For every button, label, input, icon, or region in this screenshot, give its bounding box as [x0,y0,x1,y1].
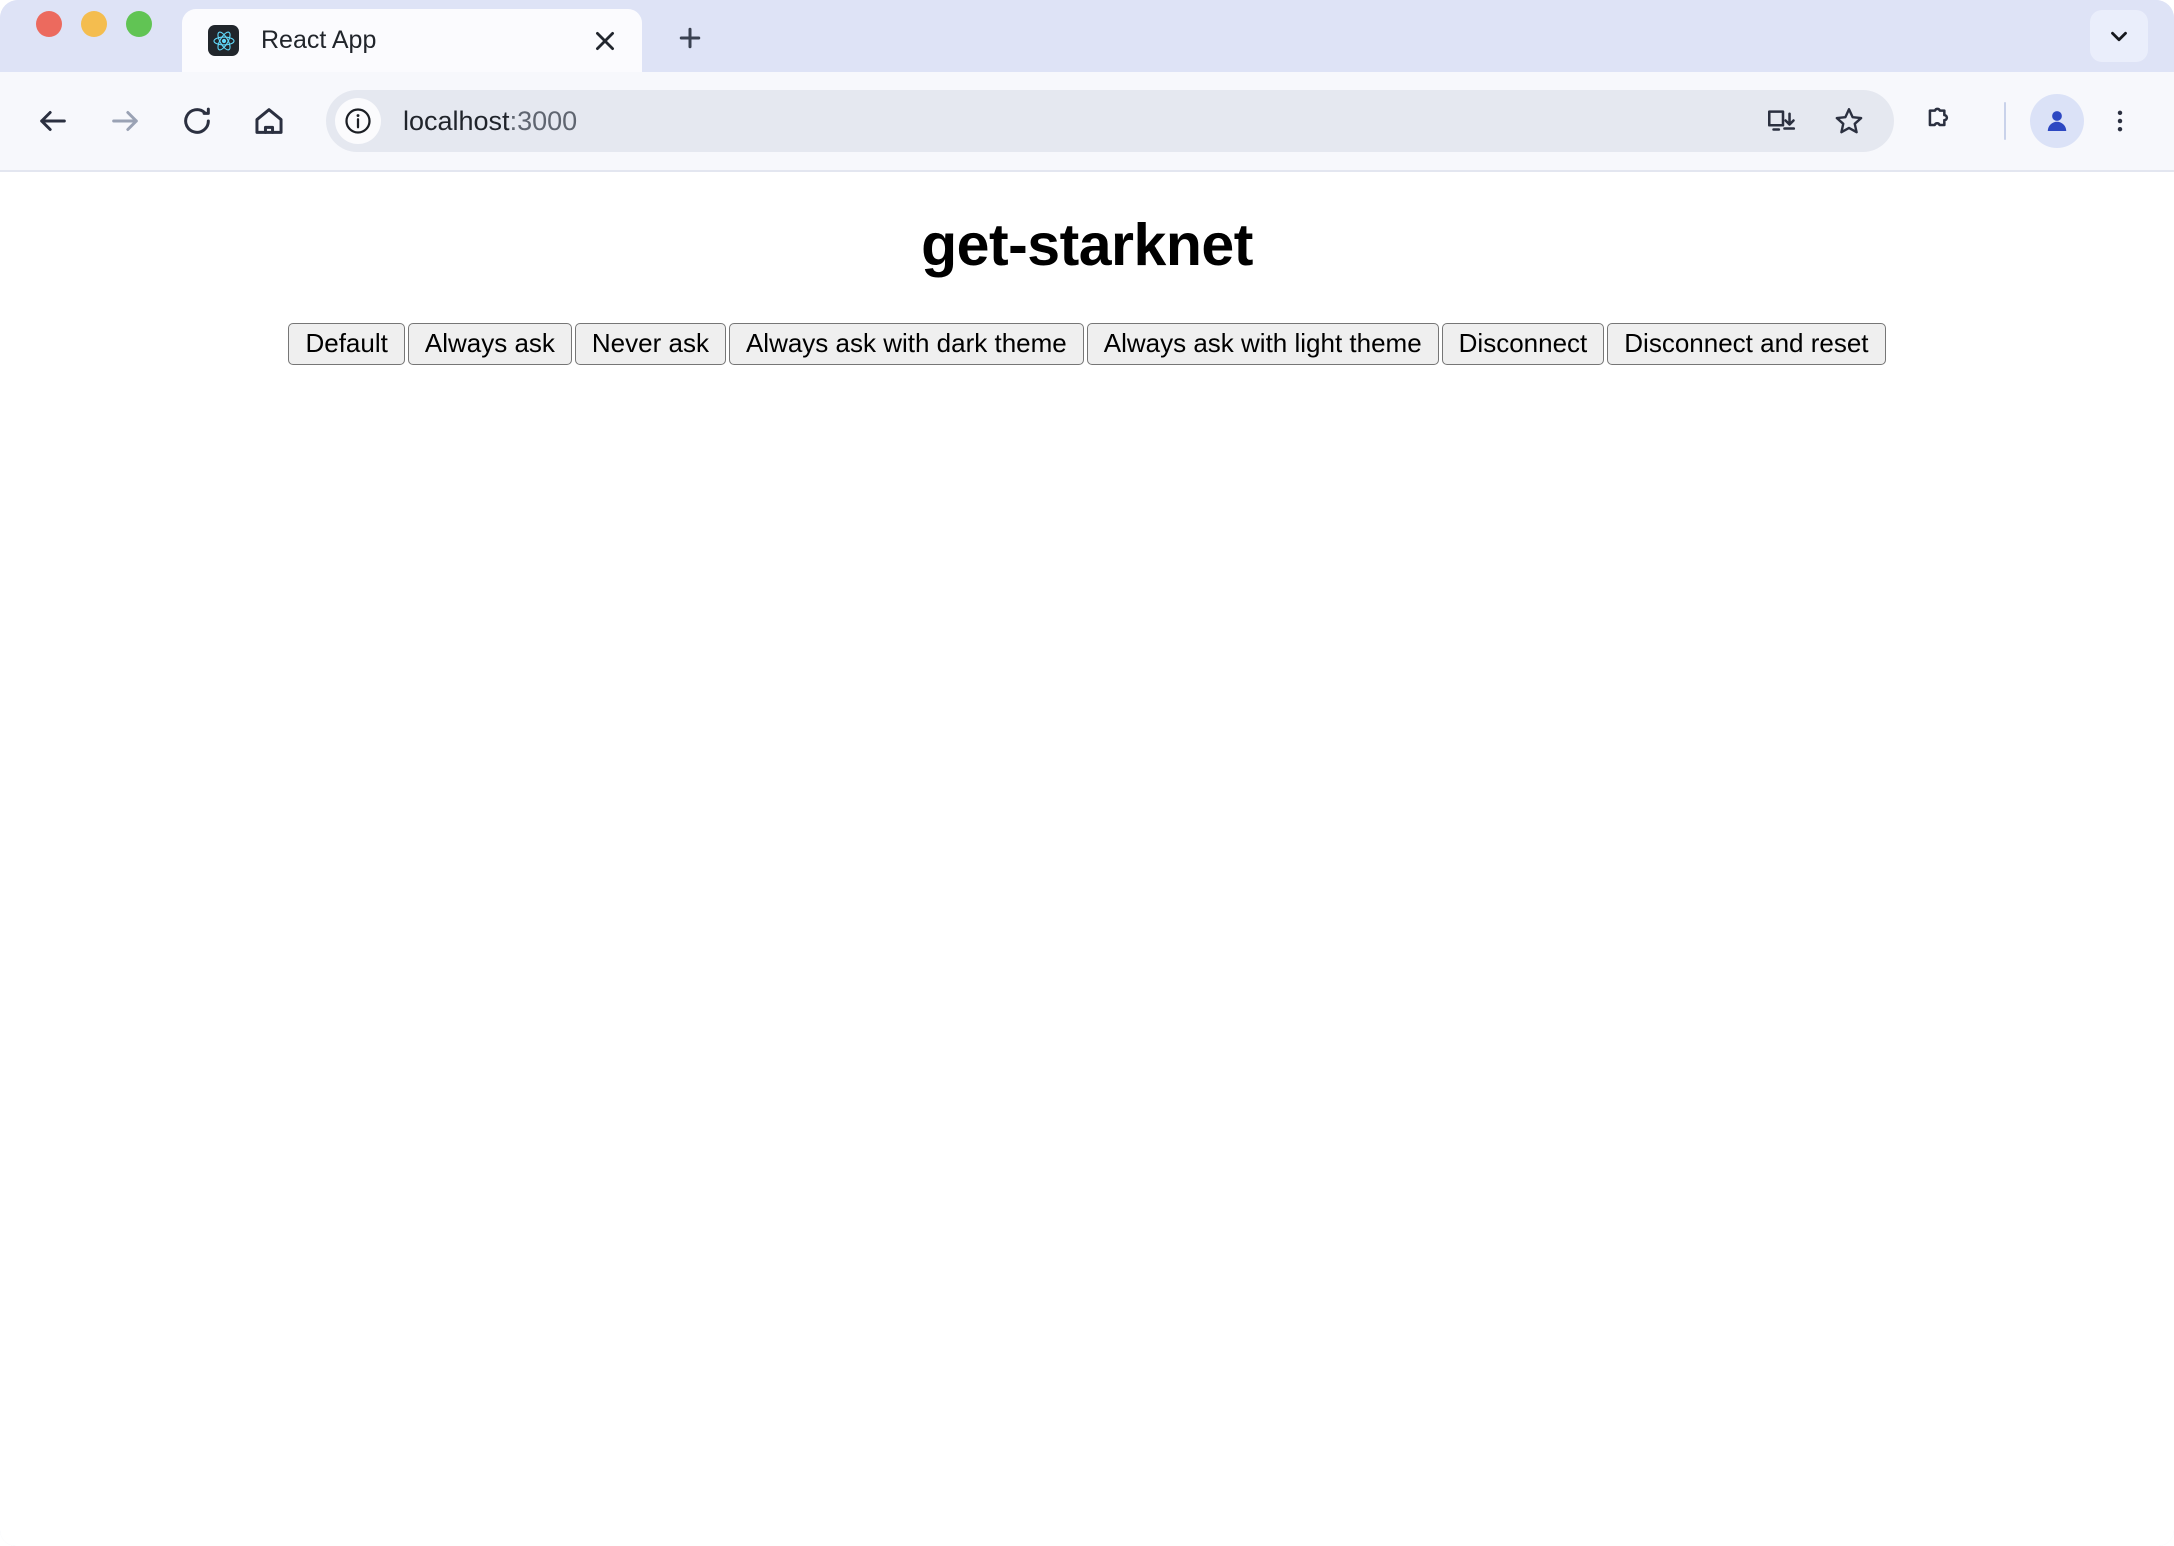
browser-tab-react-app[interactable]: React App [182,9,642,72]
always-ask-dark-theme-button[interactable]: Always ask with dark theme [728,322,1084,365]
never-ask-button[interactable]: Never ask [574,322,726,365]
url-port: :3000 [509,105,578,136]
star-icon[interactable] [1822,94,1876,148]
disconnect-button[interactable]: Disconnect [1441,322,1605,365]
address-bar[interactable]: localhost:3000 [326,90,1894,152]
browser-toolbar: localhost:3000 [0,72,2174,172]
close-icon[interactable] [586,22,624,60]
omnibox-actions [1754,94,1884,148]
tab-search-button[interactable] [2090,10,2148,62]
new-tab-button[interactable] [664,12,716,64]
always-ask-button[interactable]: Always ask [407,322,572,365]
window-traffic-lights [0,0,152,72]
tab-strip: React App [0,0,2174,72]
toolbar-right-group [1908,90,2148,152]
page-title: get-starknet [921,212,1253,278]
browser-window: React App localhost:3000 get-starknet De… [0,0,2174,1546]
back-arrow-icon[interactable] [22,90,84,152]
window-maximize-button[interactable] [126,11,152,37]
forward-arrow-icon [94,90,156,152]
info-circle-icon[interactable] [335,98,381,144]
toolbar-divider [2004,102,2006,140]
home-icon[interactable] [238,90,300,152]
action-button-row: Default Always ask Never ask Always ask … [0,322,2174,365]
window-close-button[interactable] [36,11,62,37]
react-logo-icon [208,25,239,56]
url-host: localhost [403,105,510,136]
page-content: get-starknet Default Always ask Never as… [0,172,2174,1546]
install-app-icon[interactable] [1754,94,1808,148]
default-button[interactable]: Default [288,322,405,365]
disconnect-and-reset-button[interactable]: Disconnect and reset [1607,322,1886,365]
person-avatar-icon[interactable] [2030,94,2084,148]
tab-title: React App [261,26,377,54]
always-ask-light-theme-button[interactable]: Always ask with light theme [1086,322,1439,365]
puzzle-piece-icon[interactable] [1908,90,1970,152]
window-minimize-button[interactable] [81,11,107,37]
three-dot-menu-icon[interactable] [2092,93,2148,149]
reload-icon[interactable] [166,90,228,152]
url-text: localhost:3000 [403,106,577,137]
